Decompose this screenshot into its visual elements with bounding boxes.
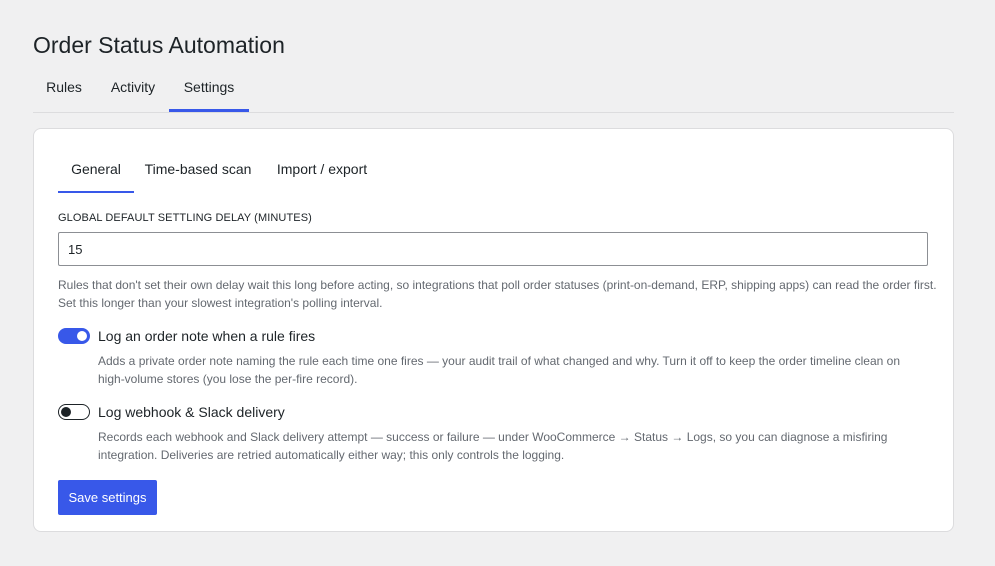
tab-activity[interactable]: Activity	[98, 72, 168, 111]
webhook-log-label: Log webhook & Slack delivery	[98, 404, 285, 420]
settling-delay-label: GLOBAL DEFAULT SETTLING DELAY (MINUTES)	[58, 212, 312, 224]
toggle-knob	[77, 331, 87, 341]
tab-rules[interactable]: Rules	[33, 72, 95, 111]
order-note-toggle[interactable]	[58, 328, 90, 344]
subtab-import-export[interactable]: Import / export	[266, 156, 378, 193]
main-tab-bar: Rules Activity Settings	[33, 72, 954, 113]
toggle-knob	[61, 407, 71, 417]
settings-page: Order Status Automation Rules Activity S…	[0, 0, 995, 566]
save-settings-button[interactable]: Save settings	[58, 480, 157, 515]
subtab-general[interactable]: General	[58, 156, 134, 193]
tab-settings[interactable]: Settings	[169, 72, 249, 112]
order-note-label: Log an order note when a rule fires	[98, 328, 316, 344]
order-note-help: Adds a private order note naming the rul…	[98, 354, 901, 386]
page-title: Order Status Automation	[33, 32, 285, 58]
subtab-time-based-scan[interactable]: Time-based scan	[140, 156, 256, 193]
webhook-log-help: Records each webhook and Slack delivery …	[98, 430, 888, 462]
webhook-log-toggle[interactable]	[58, 404, 90, 420]
settling-delay-input[interactable]	[58, 232, 928, 266]
settling-delay-help: Rules that don't set their own delay wai…	[58, 278, 937, 310]
settings-card: General Time-based scan Import / export …	[33, 128, 954, 532]
